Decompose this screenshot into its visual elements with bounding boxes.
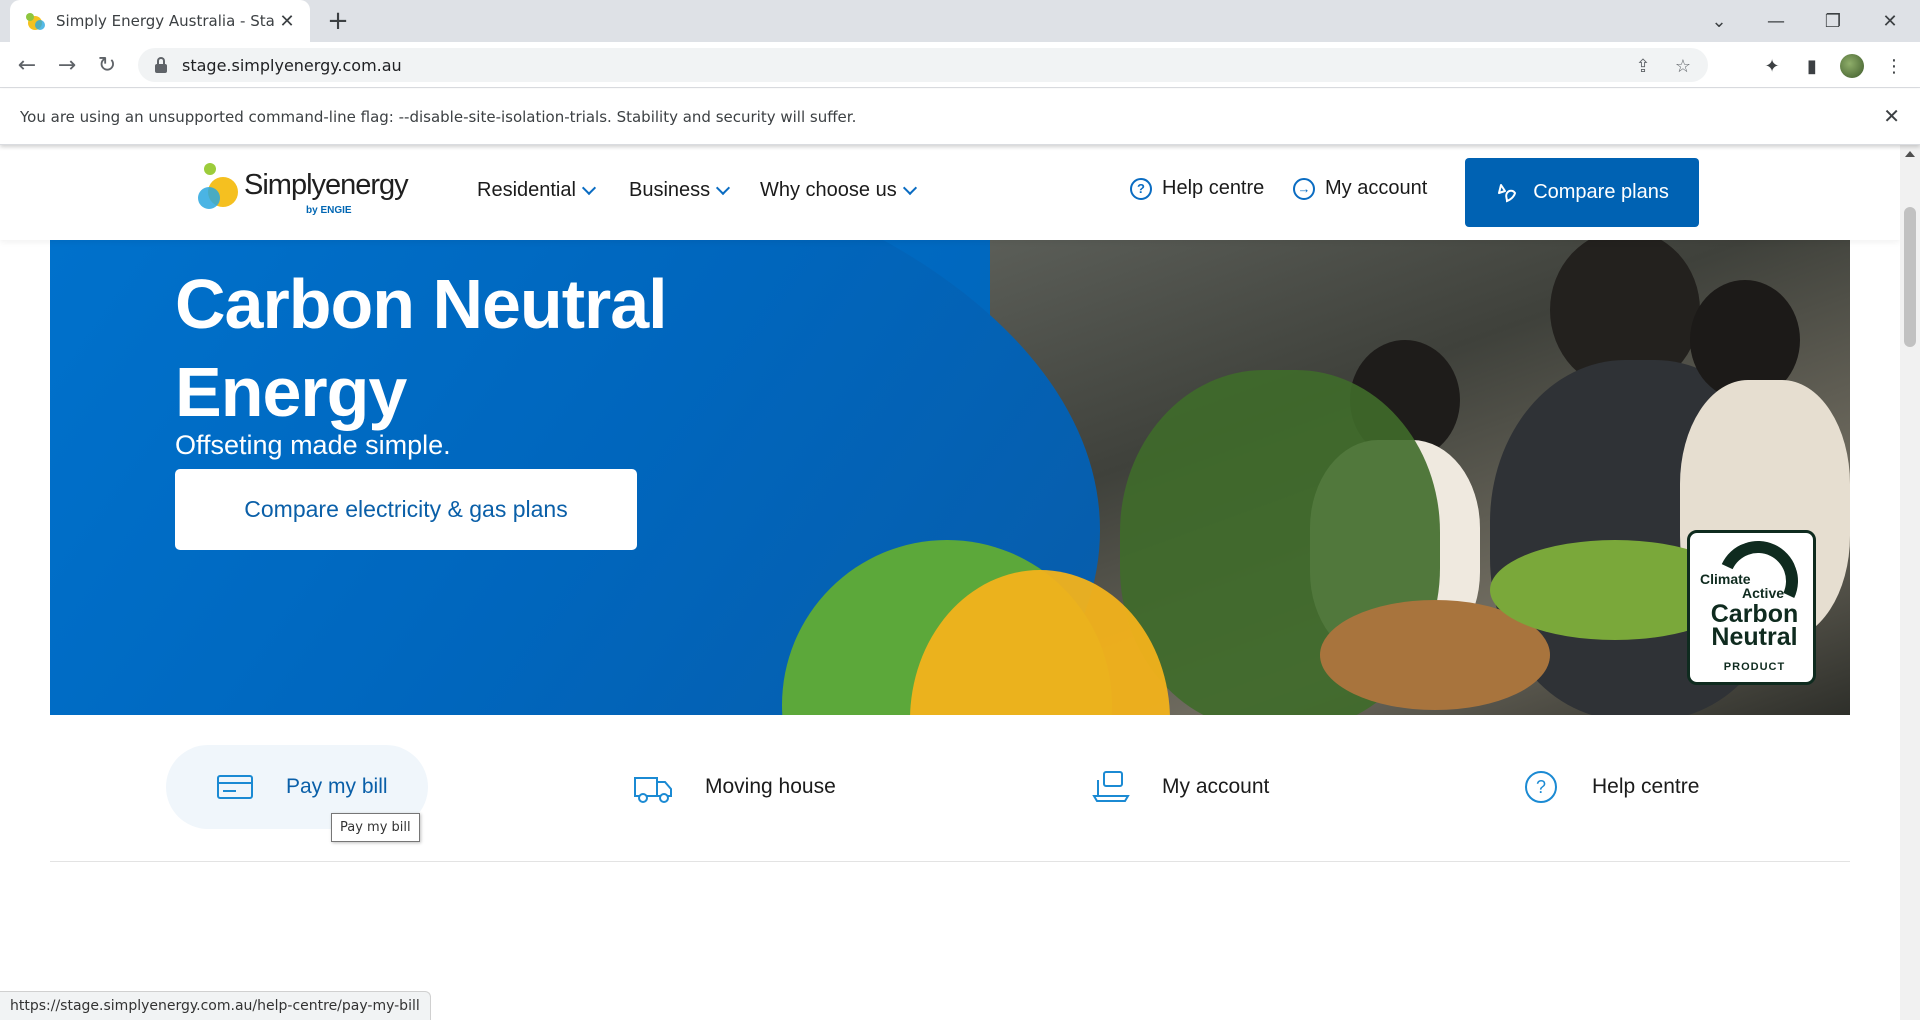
badge-line2: Active (1742, 585, 1785, 601)
browser-tab[interactable]: Simply Energy Australia - Start To ✕ (10, 0, 310, 42)
scroll-up-arrow-icon[interactable] (1905, 151, 1915, 157)
nav-business[interactable]: Business (629, 179, 731, 202)
restore-icon[interactable]: ❐ (1805, 0, 1861, 42)
tab-search-icon[interactable]: ⌄ (1691, 0, 1747, 42)
laptop-icon (1092, 771, 1130, 802)
section-divider (50, 861, 1850, 862)
site-header: Simplyenergy by ENGIE Residential Busine… (0, 145, 1900, 240)
help-label: Help centre (1162, 177, 1265, 199)
card-icon (217, 775, 253, 799)
side-panel-icon[interactable]: ▮ (1800, 54, 1824, 78)
chevron-down-icon (581, 180, 597, 195)
hero-title: Carbon Neutral Energy (175, 265, 668, 431)
back-icon[interactable]: ← (12, 50, 42, 80)
account-label: My account (1325, 177, 1428, 199)
header-help-centre-link[interactable]: ? Help centre (1130, 177, 1264, 200)
quick-link-help-centre[interactable]: ? Help centre (1520, 745, 1699, 829)
logo-wordmark: Simplyenergy (244, 169, 409, 201)
infobar-close-icon[interactable]: ✕ (1883, 104, 1900, 128)
extensions-icon[interactable]: ✦ (1760, 54, 1784, 78)
svg-text:?: ? (1536, 777, 1546, 797)
tooltip: Pay my bill (331, 813, 420, 842)
quick-link-label: Help centre (1592, 775, 1700, 798)
minimize-icon[interactable]: — (1748, 0, 1804, 42)
warning-infobar: You are using an unsupported command-lin… (0, 89, 1920, 145)
browser-tabstrip: Simply Energy Australia - Start To ✕ + ⌄… (0, 0, 1920, 42)
window-close-icon[interactable]: ✕ (1862, 0, 1918, 42)
hero-banner: Carbon Neutral Energy Offseting made sim… (50, 240, 1850, 715)
quick-link-label: Moving house (705, 775, 836, 798)
logo-dot-green (204, 163, 216, 175)
question-icon: ? (1525, 771, 1557, 803)
scrollbar-thumb[interactable] (1904, 207, 1916, 347)
bookmark-star-icon[interactable]: ☆ (1672, 55, 1694, 77)
url-text: stage.simplyenergy.com.au (182, 55, 402, 75)
compare-icon (1498, 183, 1517, 202)
compare-electricity-gas-button[interactable]: Compare electricity & gas plans (175, 469, 637, 550)
truck-icon (634, 777, 672, 803)
quick-link-moving-house[interactable]: Moving house (633, 745, 836, 829)
share-icon[interactable]: ⇪ (1632, 55, 1654, 77)
site-favicon-icon (26, 11, 46, 31)
nav-residential[interactable]: Residential (477, 179, 597, 202)
logo-dot-blue (198, 187, 220, 209)
tab-title: Simply Energy Australia - Start To (56, 12, 276, 30)
badge-line3: Carbon Neutral (1710, 600, 1799, 651)
address-bar[interactable]: stage.simplyenergy.com.au ⇪ ☆ (138, 48, 1708, 82)
compare-plans-label: Compare plans (1533, 181, 1669, 203)
page-scrollbar[interactable] (1900, 145, 1920, 1020)
hero-subtitle: Offseting made simple. (175, 430, 451, 460)
question-circle-icon: ? (1130, 177, 1152, 200)
quick-link-my-account[interactable]: My account (1090, 745, 1269, 829)
forward-icon[interactable]: → (52, 50, 82, 80)
lock-icon[interactable] (154, 57, 168, 73)
chevron-down-icon (902, 180, 917, 195)
logo-engie: by ENGIE (306, 205, 352, 216)
header-my-account-link[interactable]: → My account (1293, 177, 1427, 200)
nav-label: Residential (477, 179, 576, 201)
simplyenergy-logo[interactable]: Simplyenergy by ENGIE (198, 163, 409, 221)
climate-active-badge: Climate Active Carbon Neutral PRODUCT (1687, 529, 1816, 685)
nav-label: Business (629, 179, 711, 201)
status-bar-url: https://stage.simplyenergy.com.au/help-c… (0, 991, 431, 1020)
nav-why-choose-us[interactable]: Why choose us (760, 179, 917, 202)
page-viewport: Simplyenergy by ENGIE Residential Busine… (0, 145, 1900, 1020)
sign-in-icon: → (1293, 177, 1315, 200)
quick-link-label: Pay my bill (286, 775, 388, 798)
new-tab-button[interactable]: + (323, 6, 353, 36)
browser-toolbar: ← → ↻ stage.simplyenergy.com.au ⇪ ☆ ✦ ▮ … (0, 42, 1920, 88)
profile-avatar[interactable] (1840, 54, 1864, 78)
nav-label: Why choose us (760, 179, 897, 201)
chevron-down-icon (716, 180, 731, 195)
badge-line4: PRODUCT (1723, 661, 1786, 673)
infobar-message: You are using an unsupported command-lin… (20, 107, 857, 126)
quick-link-label: My account (1162, 775, 1270, 798)
compare-plans-button[interactable]: Compare plans (1465, 158, 1699, 227)
chrome-menu-icon[interactable]: ⋮ (1882, 54, 1906, 78)
tab-close-icon[interactable]: ✕ (276, 11, 298, 32)
reload-icon[interactable]: ↻ (92, 50, 122, 80)
